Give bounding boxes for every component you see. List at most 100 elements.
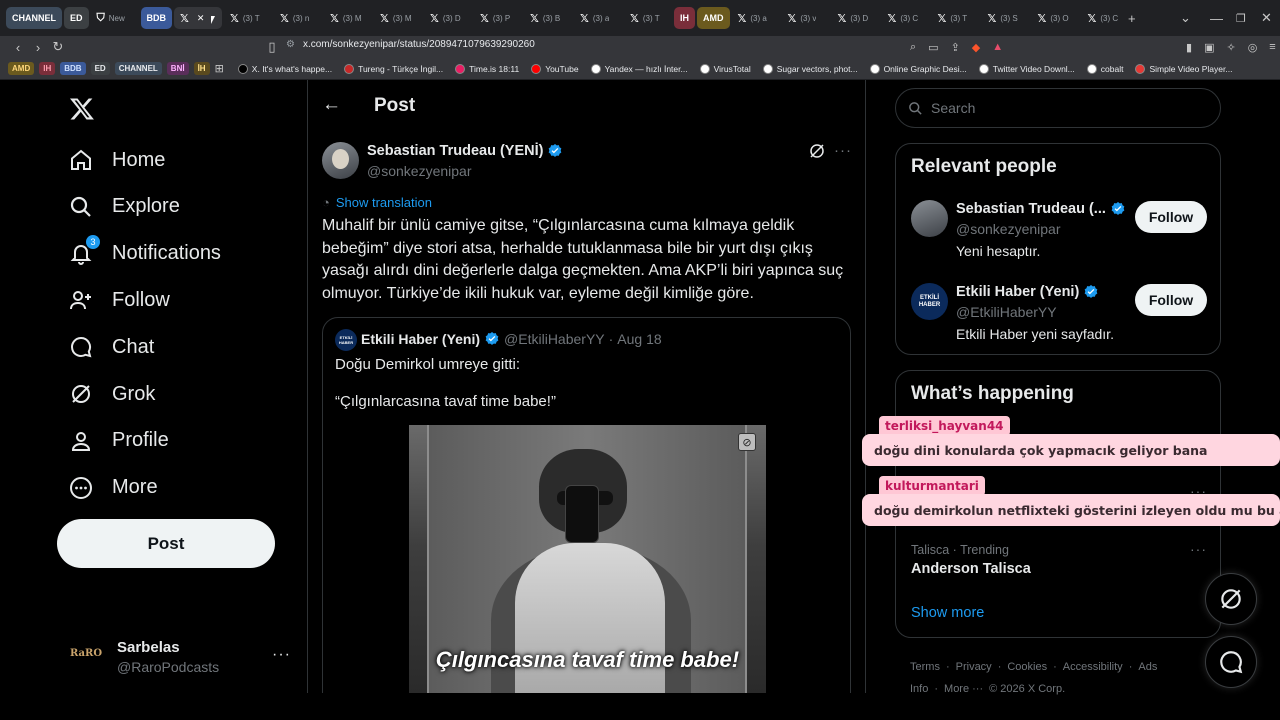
follow-button[interactable]: Follow xyxy=(1135,201,1207,233)
bookmark-folder-badge[interactable]: AMD xyxy=(8,62,35,75)
tab-group-label[interactable]: ED xyxy=(64,7,89,29)
tab[interactable]: 𝕏 (3) M xyxy=(324,7,372,29)
bookmark-folder-badge[interactable]: BNİ xyxy=(166,62,189,75)
bookmark-link[interactable]: Sugar vectors, phot... xyxy=(762,63,858,74)
nav-item-grok[interactable]: Grok xyxy=(68,376,155,412)
tab-group-label[interactable]: BDB xyxy=(140,7,173,29)
bookmark-folder-badge[interactable]: IH xyxy=(39,62,56,75)
more-horizontal-icon[interactable]: ··· xyxy=(272,646,291,664)
search-box[interactable] xyxy=(895,88,1221,128)
nav-item-explore[interactable]: Explore xyxy=(68,189,180,225)
rewards-icon[interactable]: ▲ xyxy=(992,41,1003,53)
post-button[interactable]: Post xyxy=(57,519,275,568)
site-info-icon[interactable]: ⚙ xyxy=(286,39,295,50)
back-icon[interactable]: ‹ xyxy=(8,40,28,55)
tab-group-label[interactable]: IH xyxy=(674,7,696,29)
footer-link[interactable]: Terms xyxy=(910,661,940,673)
more-horizontal-icon[interactable]: ··· xyxy=(1190,541,1207,557)
forward-icon[interactable]: › xyxy=(28,40,48,55)
footer-link[interactable]: © 2026 X Corp. xyxy=(989,683,1065,695)
tab[interactable]: 𝕏 (3) D xyxy=(832,7,880,29)
tab[interactable]: 𝕏 (3) a xyxy=(732,7,780,29)
tab[interactable]: 𝕏 (3) M xyxy=(374,7,422,29)
tab[interactable]: 𝕏 (3) a xyxy=(574,7,622,29)
bookmark-link[interactable]: Simple Video Player... xyxy=(1135,63,1232,74)
tab[interactable]: 𝕏 (3) T xyxy=(624,7,672,29)
wallet-icon[interactable]: ▣ xyxy=(1204,41,1214,54)
tab-group-label[interactable]: AMD xyxy=(697,7,730,29)
grok-fab-button[interactable] xyxy=(1205,573,1257,625)
share-icon[interactable]: ⇪ xyxy=(951,41,960,54)
tweet-author-handle[interactable]: @sonkezyenipar xyxy=(367,163,472,179)
url-field[interactable]: ⚙ x.com/sonkezyenipar/status/208947107963… xyxy=(286,39,535,50)
account-switcher[interactable]: RaRO Sarbelas @RaroPodcasts ··· xyxy=(70,638,290,678)
tweet-author-name[interactable]: Sebastian Trudeau (YENİ) xyxy=(367,143,563,159)
quote-image[interactable]: ⊘ Çılgıncasına tavaf time babe! xyxy=(409,425,766,693)
tab-search-icon[interactable]: ⌄ xyxy=(1180,0,1191,36)
x-logo-icon[interactable] xyxy=(69,96,95,129)
tab[interactable]: 𝕏 (3) v xyxy=(782,7,830,29)
grok-icon[interactable] xyxy=(808,142,826,165)
extensions-icon[interactable]: ✧ xyxy=(1226,41,1235,54)
nav-item-follow[interactable]: Follow xyxy=(68,282,170,318)
footer-link[interactable]: Accessibility xyxy=(1063,661,1123,673)
footer-link[interactable]: Privacy xyxy=(956,661,992,673)
show-more-link[interactable]: Show more xyxy=(911,605,984,621)
avatar[interactable] xyxy=(911,200,948,237)
nav-item-notifications[interactable]: 3 Notifications xyxy=(68,234,221,272)
brave-shield-icon[interactable]: ◆ xyxy=(972,41,980,54)
tab[interactable]: 𝕏 (3) C xyxy=(882,7,930,29)
new-tab-button[interactable]: + xyxy=(1128,0,1136,36)
bookmark-link[interactable]: YouTube xyxy=(531,63,579,74)
bookmark-folder-badge[interactable]: BDB xyxy=(60,62,86,75)
menu-icon[interactable]: ≡ xyxy=(1269,41,1275,53)
bookmark-link[interactable]: VirusTotal xyxy=(699,63,751,74)
cast-icon[interactable]: ▭ xyxy=(928,41,938,54)
tab[interactable]: 𝕏 (3) O xyxy=(1032,7,1080,29)
back-arrow-icon[interactable]: ← xyxy=(322,94,341,116)
apps-grid-icon[interactable]: ⊞ xyxy=(215,62,224,75)
bookmark-link[interactable]: X. It's what's happe... xyxy=(237,63,332,74)
footer-link[interactable]: Cookies xyxy=(1007,661,1047,673)
bookmark-link[interactable]: Time.is 18:11 xyxy=(455,63,519,74)
bookmark-link[interactable]: cobalt xyxy=(1086,63,1123,74)
nav-item-more[interactable]: More xyxy=(68,470,158,506)
tab[interactable]: ⛉ New xyxy=(91,7,139,29)
tab-group-label[interactable]: CHANNEL xyxy=(6,7,62,29)
person-row[interactable]: Sebastian Trudeau (... @sonkezyenipar Ye… xyxy=(911,200,1207,270)
avatar[interactable] xyxy=(322,142,359,179)
bookmark-link[interactable]: Online Graphic Desi... xyxy=(869,63,967,74)
nav-item-home[interactable]: Home xyxy=(68,142,165,178)
reload-icon[interactable]: ↻ xyxy=(48,39,68,55)
tab[interactable]: 𝕏 (3) P xyxy=(474,7,522,29)
nav-item-chat[interactable]: Chat xyxy=(68,329,154,365)
follow-button[interactable]: Follow xyxy=(1135,284,1207,316)
footer-link[interactable]: More ··· xyxy=(944,683,983,695)
tab[interactable]: 𝕏 (3) T xyxy=(932,7,980,29)
bookmark-folder-badge[interactable]: İH xyxy=(193,62,210,75)
avatar[interactable]: ETKİLİ HABER xyxy=(911,283,948,320)
tab[interactable]: 𝕏 (3) T xyxy=(224,7,272,29)
bookmark-folder-badge[interactable]: ED xyxy=(90,62,110,75)
bookmark-icon[interactable]: ▯ xyxy=(262,39,282,55)
search-input[interactable] xyxy=(931,100,1191,116)
tab[interactable]: 𝕏 (3) C xyxy=(1082,7,1130,29)
vpn-icon[interactable]: ◎ xyxy=(1248,41,1258,54)
sidebar-icon[interactable]: ▮ xyxy=(1186,41,1192,54)
person-row[interactable]: ETKİLİ HABER Etkili Haber (Yeni) @Etkili… xyxy=(911,283,1207,353)
maximize-button[interactable]: ❐ xyxy=(1236,0,1246,36)
tab[interactable]: 𝕏 (3) D xyxy=(424,7,472,29)
bookmark-link[interactable]: Yandex — hızlı İnter... xyxy=(590,63,688,74)
quoted-tweet[interactable]: ETKİLİ HABER Etkili Haber (Yeni) @Etkili… xyxy=(322,317,851,693)
bookmark-folder-badge[interactable]: CHANNEL xyxy=(114,62,162,75)
trend-item[interactable]: Talisca · Trending Anderson Talisca ··· xyxy=(911,541,1207,577)
bookmark-link[interactable]: Tureng - Türkçe İngil... xyxy=(344,63,443,74)
bookmark-link[interactable]: Twitter Video Downl... xyxy=(978,63,1075,74)
tab[interactable]: 𝕏 (3) S xyxy=(982,7,1030,29)
chat-fab-button[interactable] xyxy=(1205,636,1257,688)
tab[interactable]: 𝕏 (3) B xyxy=(524,7,572,29)
zoom-icon[interactable]: ⌕ xyxy=(910,41,916,54)
more-horizontal-icon[interactable]: ··· xyxy=(834,142,852,159)
close-tab-icon[interactable]: ✕ xyxy=(197,13,205,24)
show-translation-link[interactable]: ◔ Show translation xyxy=(322,195,432,210)
